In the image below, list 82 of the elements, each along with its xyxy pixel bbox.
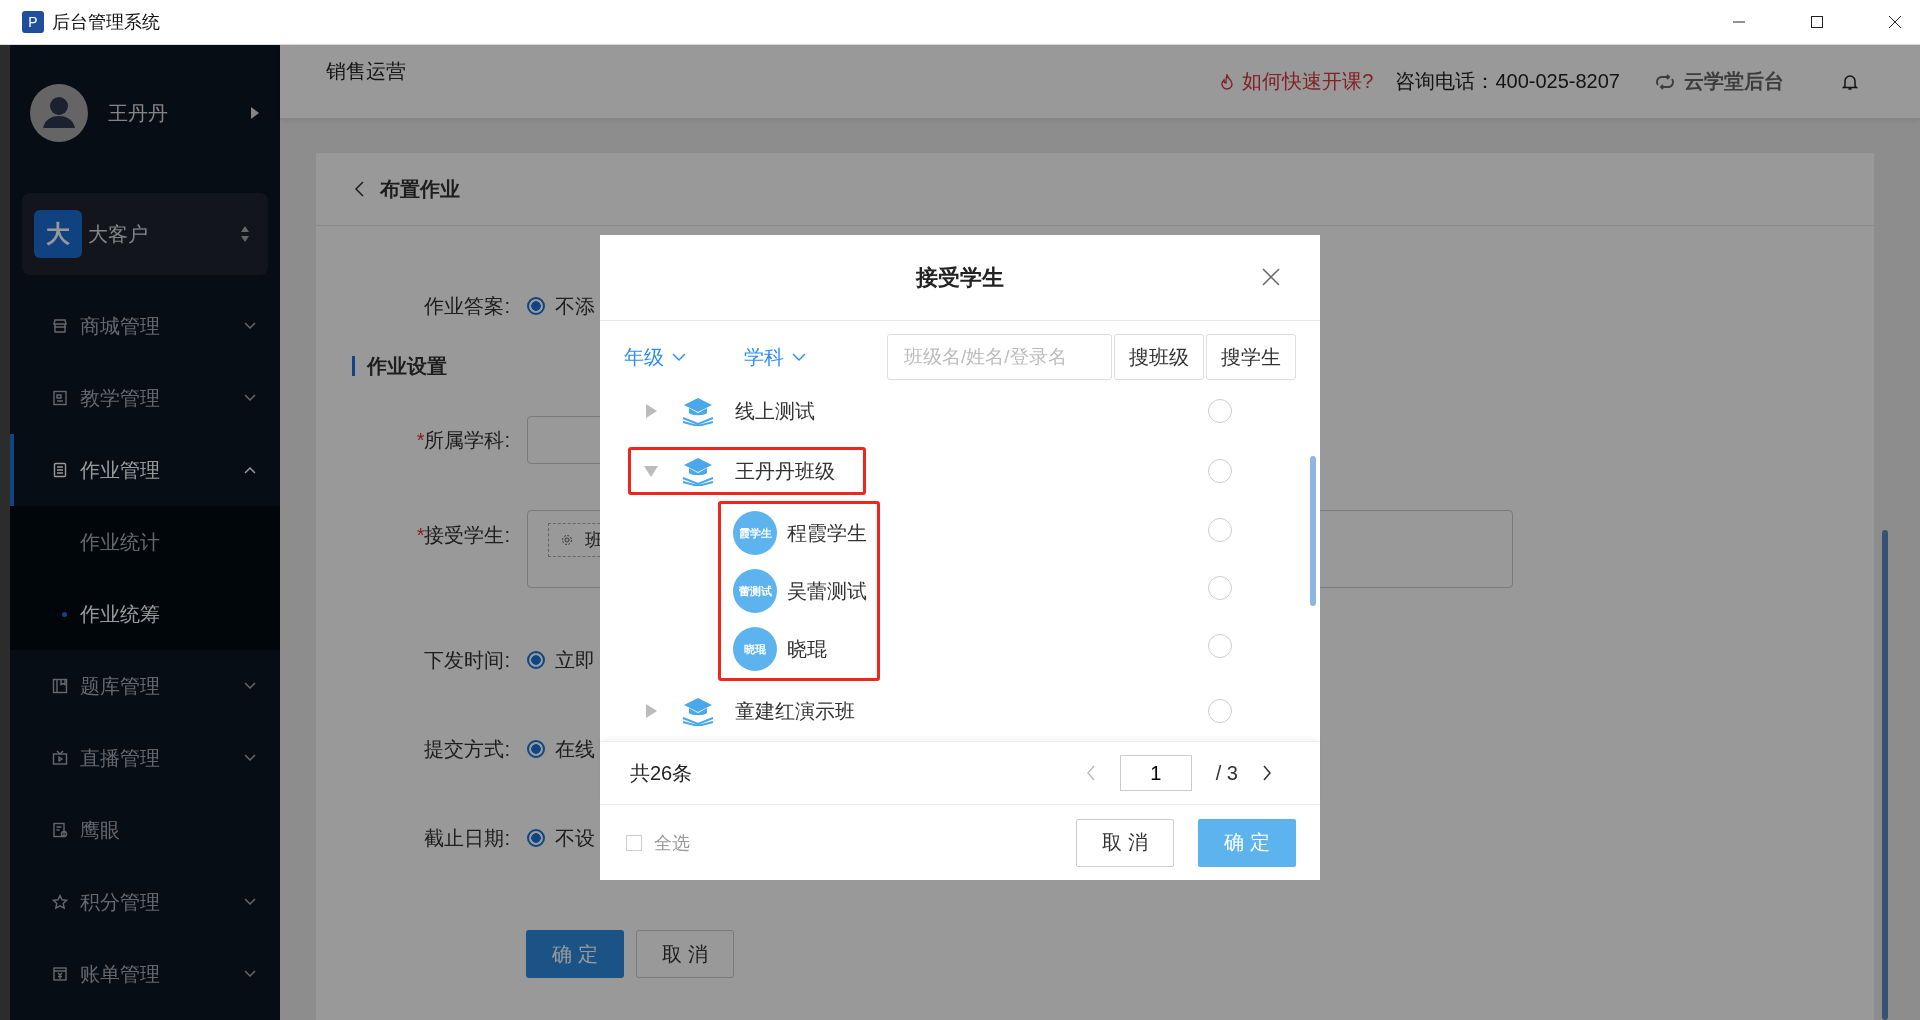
field-label: 截止日期: [423,825,511,851]
refresh-icon [1654,73,1676,90]
submenu-item[interactable]: 作业统计 [10,506,280,578]
caret-icon[interactable] [250,106,260,120]
menu-item[interactable]: 积分管理 [10,866,280,938]
flame-icon [1220,73,1235,90]
cancel-button[interactable]: 取 消 [1076,818,1174,867]
bell-icon[interactable] [1842,72,1858,91]
scrollbar[interactable] [1882,530,1888,1020]
select-all-label[interactable]: 全选 [654,830,690,855]
field-label: *接受学生: [415,523,511,548]
star-icon [52,894,68,910]
tv-icon [52,750,68,766]
radio-button[interactable] [527,651,545,669]
radio-button[interactable] [527,829,545,847]
brand-name: 云学堂后台 [1684,69,1784,94]
student-avatar: 蕾测试 [733,569,777,613]
expand-icon[interactable] [643,403,659,419]
chevron-down-icon [672,352,686,362]
graduation-cap-icon [681,396,715,426]
field-label: *所属学科: [415,427,511,453]
page-title: 布置作业 [380,176,460,202]
field-label: 下发时间: [423,647,511,673]
student-name[interactable]: 吴蕾测试 [787,577,867,605]
close-icon[interactable] [1888,15,1902,29]
avatar-icon [30,84,88,142]
search-button[interactable]: 搜班级 [1114,334,1204,380]
app-icon: P [22,11,44,33]
menu-item[interactable]: 账单管理 [10,938,280,1010]
radio-label[interactable]: 在线 [555,735,595,763]
page-field[interactable]: 1 [1119,755,1192,791]
cancel-button[interactable]: 取 消 [636,930,734,978]
account-switcher[interactable]: 大 大客户 [22,193,268,275]
radio-label[interactable]: 不添 [555,292,595,320]
library-icon [52,678,68,694]
field-label: 提交方式: [423,736,511,762]
next-page-icon[interactable] [1262,765,1272,781]
list-icon [52,462,68,478]
expand-icon[interactable] [643,703,659,719]
total-count: 共26条 [630,760,693,786]
student-name[interactable]: 晓琨 [787,635,827,663]
student-avatar: 晓琨 [733,627,777,671]
student-avatar: 霞学生 [733,511,777,555]
book-icon [52,390,68,406]
header-title: 销售运营 [326,59,406,84]
student-name[interactable]: 程霞学生 [787,519,867,547]
user-name[interactable]: 王丹丹 [108,99,230,127]
page-count: / 3 [1215,761,1238,785]
class-name[interactable]: 童建红演示班 [735,697,855,725]
graduation-cap-icon [681,456,715,486]
class-name[interactable]: 王丹丹班级 [735,457,835,485]
search-field[interactable]: 班级名/姓名/登录名 [887,334,1112,380]
menu-item[interactable]: 商城管理 [10,290,280,362]
window-title: 后台管理系统 [52,11,160,34]
dialog-title: 接受学生 [916,263,1004,292]
radio-label[interactable]: 立即 [555,646,595,674]
class-name[interactable]: 线上测试 [735,397,815,425]
back-icon[interactable] [354,181,364,197]
radio-label[interactable]: 不设 [555,824,595,852]
help-link[interactable]: 如何快速开课? [1242,68,1374,95]
maximize-icon[interactable] [1810,15,1824,29]
account-badge: 大 [34,210,82,258]
sort-icon [240,225,250,243]
gear-icon [561,534,573,546]
menu-item[interactable]: 直播管理 [10,722,280,794]
eye-icon [52,822,68,838]
menu-item[interactable]: 教学管理 [10,362,280,434]
field-label: 作业答案: [423,293,511,319]
menu-item[interactable]: 题库管理 [10,650,280,722]
receipt-icon [52,966,68,982]
scrollbar[interactable] [1310,456,1316,606]
radio-button[interactable] [527,297,545,315]
radio-button[interactable] [527,740,545,758]
graduation-cap-icon [681,696,715,726]
checkbox[interactable] [626,834,642,851]
submenu-item[interactable]: 作业统筹 [10,578,280,650]
shop-icon [52,318,68,334]
menu-item[interactable]: 鹰眼 [10,794,280,866]
phone-text: 咨询电话：400-025-8207 [1395,69,1620,94]
search-button[interactable]: 搜学生 [1206,334,1296,380]
chevron-down-icon [792,352,806,362]
collapse-icon[interactable] [643,463,659,479]
